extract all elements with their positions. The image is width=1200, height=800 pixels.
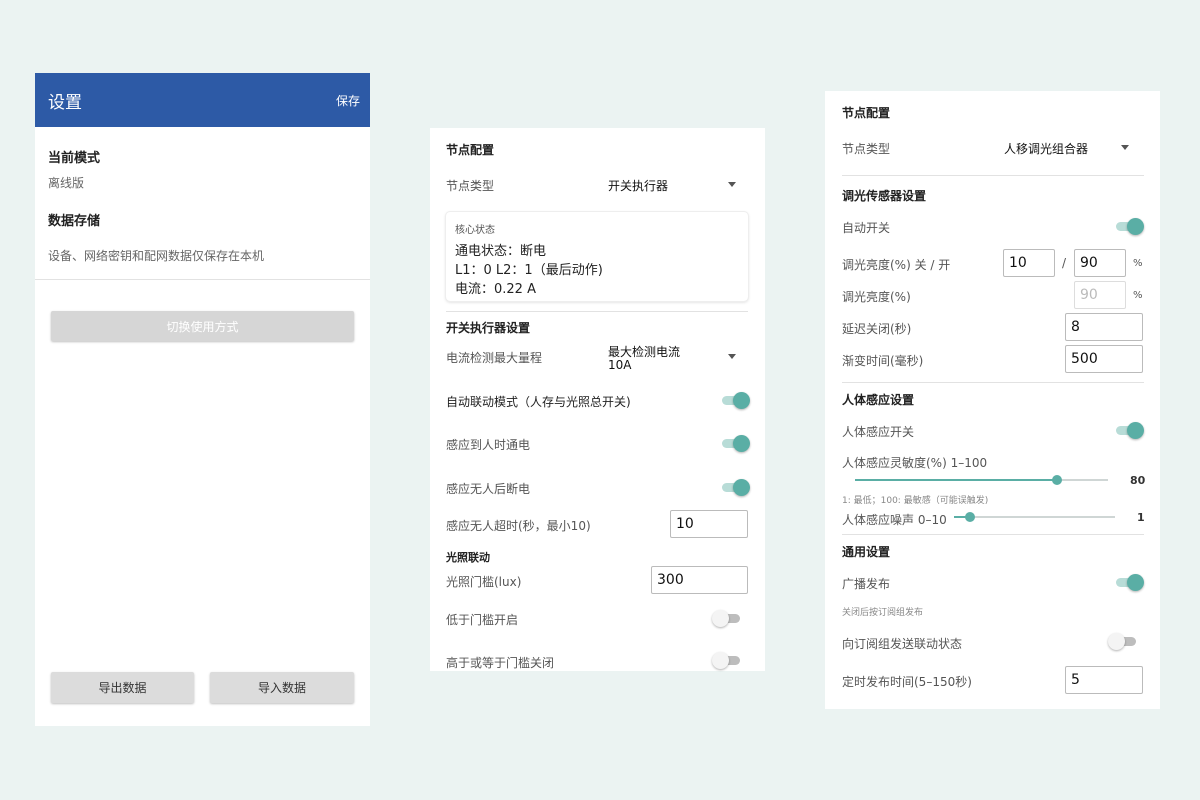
actuator-settings-heading: 开关执行器设置 (446, 321, 531, 335)
node-type-select[interactable]: 人移调光组合器 (1004, 134, 1129, 160)
human-sensing-heading: 人体感应设置 (842, 393, 915, 407)
divider (35, 279, 370, 280)
no-person-off-label: 感应无人后断电 (446, 482, 531, 496)
node-type-value: 开关执行器 (608, 179, 669, 193)
auto-switch-label: 自动开关 (842, 221, 891, 235)
fade-time-input[interactable]: 500 (1065, 345, 1143, 373)
current-range-amps: 10A (608, 358, 632, 372)
delay-off-input[interactable]: 8 (1065, 313, 1143, 341)
node-config-title: 节点配置 (446, 143, 495, 157)
below-on-toggle[interactable] (712, 609, 742, 627)
current-range-label: 电流检测最大量程 (446, 351, 543, 365)
timeout-label: 感应无人超时(秒，最小10) (446, 519, 591, 533)
timeout-input[interactable]: 10 (670, 510, 748, 538)
dimmer-node-panel: 节点配置 节点类型 人移调光组合器 调光传感器设置 自动开关 调光亮度(%) 关… (825, 91, 1160, 709)
broadcast-label: 广播发布 (842, 577, 891, 591)
human-switch-label: 人体感应开关 (842, 425, 915, 439)
lux-label: 光照门槛(lux) (446, 575, 522, 589)
relay-state: L1：0 L2：1（最后动作) (455, 263, 603, 278)
publish-interval-label: 定时发布时间(5–150秒) (842, 675, 972, 689)
switch-node-panel: 节点配置 节点类型 开关执行器 核心状态 通电状态：断电 L1：0 L2：1（最… (430, 128, 765, 671)
export-data-button[interactable]: 导出数据 (51, 672, 194, 703)
sensitivity-hint: 1: 最低；100: 最敏感（可能误触发) (842, 496, 989, 506)
noise-label: 人体感应噪声 0–10 (842, 513, 947, 527)
brightness-on-input[interactable]: 90 (1074, 249, 1126, 277)
save-button[interactable]: 保存 (336, 92, 360, 109)
noise-value: 1 (1137, 511, 1145, 524)
settings-panel: 设置 保存 当前模式 离线版 数据存储 设备、网络密钥和配网数据仅保存在本机 切… (35, 73, 370, 726)
storage-heading: 数据存储 (48, 214, 101, 229)
switch-mode-button[interactable]: 切换使用方式 (51, 311, 354, 341)
divider (842, 382, 1144, 383)
node-type-select[interactable]: 开关执行器 (608, 171, 736, 197)
node-type-label: 节点类型 (446, 179, 495, 193)
above-off-toggle[interactable] (712, 651, 742, 669)
auto-switch-toggle[interactable] (1114, 217, 1144, 235)
power-state: 通电状态：断电 (455, 244, 547, 259)
divider (446, 311, 748, 312)
mode-heading: 当前模式 (48, 151, 101, 166)
mode-value: 离线版 (48, 176, 85, 190)
brightness-range-label: 调光亮度(%) 关 / 开 (842, 258, 951, 272)
divider (842, 175, 1144, 176)
sensitivity-label: 人体感应灵敏度(%) 1–100 (842, 456, 988, 470)
auto-link-label: 自动联动模式（人存与光照总开关) (446, 395, 631, 409)
core-status-heading: 核心状态 (455, 225, 495, 236)
person-on-toggle[interactable] (720, 434, 750, 452)
publish-interval-input[interactable]: 5 (1065, 666, 1143, 694)
dim-sensor-heading: 调光传感器设置 (842, 189, 927, 203)
brightness-input[interactable]: 90 (1074, 281, 1126, 309)
general-settings-heading: 通用设置 (842, 545, 891, 559)
below-on-label: 低于门槛开启 (446, 613, 519, 627)
lux-input[interactable]: 300 (651, 566, 748, 594)
percent-unit: % (1133, 258, 1143, 269)
page-title: 设置 (48, 92, 82, 113)
sensitivity-slider[interactable] (855, 473, 1108, 487)
auto-link-toggle[interactable] (720, 391, 750, 409)
slider-thumb[interactable] (965, 512, 975, 522)
brightness-off-input[interactable]: 10 (1003, 249, 1055, 277)
node-type-label: 节点类型 (842, 142, 891, 156)
divider (842, 534, 1144, 535)
broadcast-toggle[interactable] (1114, 573, 1144, 591)
fade-time-label: 渐变时间(毫秒) (842, 354, 924, 368)
sensitivity-value: 80 (1130, 474, 1146, 487)
chevron-down-icon (1121, 145, 1129, 150)
node-config-title: 节点配置 (842, 106, 891, 120)
slider-thumb[interactable] (1052, 475, 1062, 485)
import-data-button[interactable]: 导入数据 (210, 672, 354, 703)
percent-unit: % (1133, 290, 1143, 301)
noise-slider[interactable] (954, 510, 1115, 524)
human-switch-toggle[interactable] (1114, 421, 1144, 439)
send-state-toggle[interactable] (1108, 632, 1138, 650)
light-link-heading: 光照联动 (446, 551, 490, 564)
current-reading: 电流：0.22 A (455, 282, 536, 297)
above-off-label: 高于或等于门槛关闭 (446, 656, 555, 670)
core-status-card: 核心状态 通电状态：断电 L1：0 L2：1（最后动作) 电流：0.22 A (446, 212, 748, 301)
brightness-label: 调光亮度(%) (842, 290, 911, 304)
storage-description: 设备、网络密钥和配网数据仅保存在本机 (48, 249, 265, 263)
no-person-off-toggle[interactable] (720, 478, 750, 496)
chevron-down-icon (728, 354, 736, 359)
delay-off-label: 延迟关闭(秒) (842, 322, 912, 336)
current-range-select[interactable]: 最大检测电流 10A (608, 342, 736, 374)
send-state-label: 向订阅组发送联动状态 (842, 637, 963, 651)
chevron-down-icon (728, 182, 736, 187)
app-bar: 设置 保存 (35, 73, 370, 127)
node-type-value: 人移调光组合器 (1004, 142, 1089, 156)
person-on-label: 感应到人时通电 (446, 438, 531, 452)
broadcast-hint: 关闭后按订阅组发布 (842, 608, 924, 618)
range-separator: / (1062, 256, 1067, 270)
